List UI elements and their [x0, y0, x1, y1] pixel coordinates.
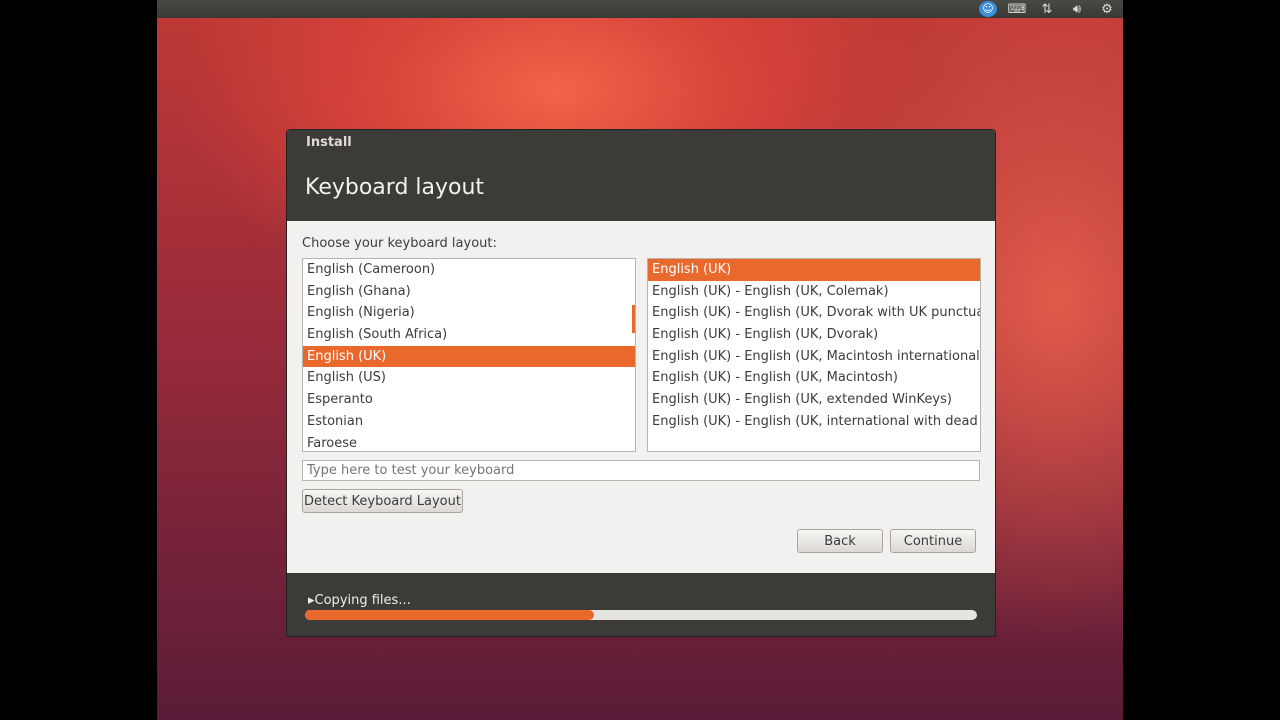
page-title: Keyboard layout [305, 175, 485, 200]
progress-fill [305, 610, 594, 620]
list-item[interactable]: English (US) [303, 367, 635, 389]
list-item[interactable]: English (UK) [648, 259, 980, 281]
settings-gear-icon[interactable]: ⚙ [1097, 2, 1117, 17]
list-item[interactable]: English (Cameroon) [303, 259, 635, 281]
list-item[interactable]: Esperanto [303, 389, 635, 411]
keyboard-test-input[interactable] [302, 460, 980, 481]
install-window: Install Keyboard layout Choose your keyb… [286, 129, 996, 637]
progress-label: Copying files... [314, 593, 411, 608]
back-button[interactable]: Back [797, 529, 883, 553]
list-item[interactable]: Estonian [303, 411, 635, 433]
list-item[interactable]: English (UK) - English (UK, internationa… [648, 411, 980, 433]
list-item[interactable]: English (UK) - English (UK, Macintosh) [648, 367, 980, 389]
detect-layout-button[interactable]: Detect Keyboard Layout [302, 489, 463, 513]
list-item[interactable]: English (UK) [303, 345, 635, 368]
volume-icon[interactable]: 🔊︎ [1067, 2, 1087, 17]
network-icon[interactable]: ⇅ [1037, 2, 1057, 17]
list-item[interactable]: English (Nigeria) [303, 302, 635, 324]
top-panel: ☺ ⌨ ⇅ 🔊︎ ⚙ [157, 0, 1123, 18]
progress-bar [305, 610, 977, 620]
list-item[interactable]: Faroese [303, 433, 635, 452]
list-item[interactable]: English (South Africa) [303, 324, 635, 346]
list-item[interactable]: English (UK) - English (UK, extended Win… [648, 389, 980, 411]
list-item[interactable]: English (Ghana) [303, 281, 635, 303]
list-item[interactable]: English (UK) - English (UK, Macintosh in… [648, 346, 980, 368]
accessibility-icon[interactable]: ☺ [979, 1, 997, 17]
progress-expander[interactable]: ▸Copying files... [308, 593, 411, 608]
window-header: Install Keyboard layout [287, 130, 995, 221]
layout-list[interactable]: English (Cameroon) English (Ghana) English… [302, 258, 636, 452]
continue-button[interactable]: Continue [890, 529, 976, 553]
list-item[interactable]: English (UK) - English (UK, Dvorak with … [648, 302, 980, 324]
list-item[interactable]: English (UK) - English (UK, Colemak) [648, 281, 980, 303]
keyboard-icon[interactable]: ⌨ [1007, 2, 1027, 17]
variant-list[interactable]: English (UK) English (UK) - English (UK, … [647, 258, 981, 452]
list-item[interactable]: English (UK) - English (UK, Dvorak) [648, 324, 980, 346]
window-title: Install [306, 135, 352, 150]
layout-prompt: Choose your keyboard layout: [302, 236, 497, 251]
scrollbar[interactable] [632, 305, 635, 333]
progress-footer: ▸Copying files... [287, 573, 995, 636]
